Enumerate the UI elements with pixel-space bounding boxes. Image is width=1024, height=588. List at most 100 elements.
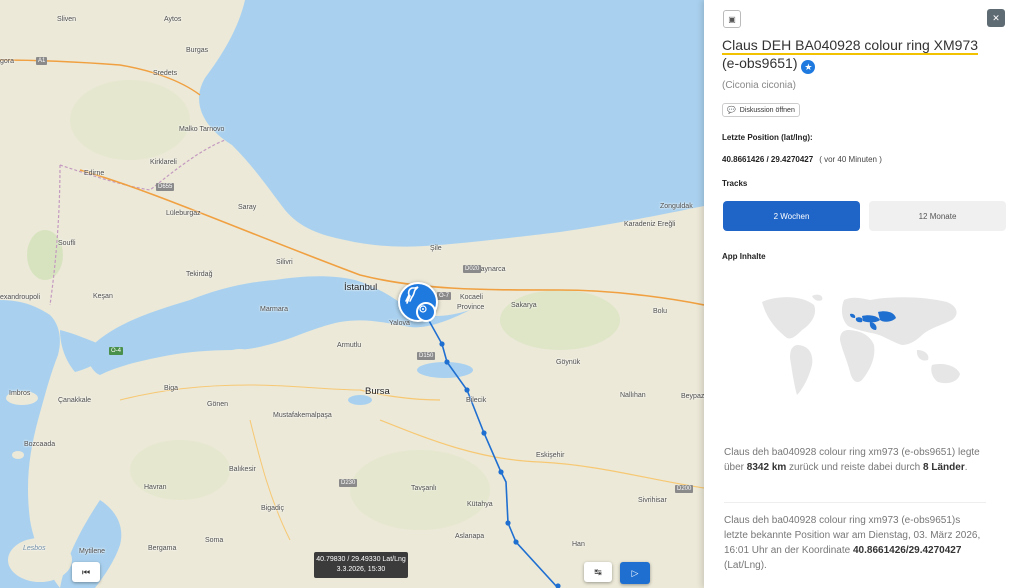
- tag-id: (e-obs9651): [722, 55, 798, 71]
- place-label: Armutlu: [337, 342, 362, 349]
- speed-button[interactable]: ↹: [584, 562, 612, 582]
- place-label: İstanbul: [344, 282, 378, 293]
- track-point: [498, 469, 504, 475]
- place-label: Bozcaada: [24, 441, 56, 448]
- place-label: Sliven: [57, 16, 77, 23]
- track-point: [481, 430, 487, 436]
- tooltip-time: 3.3.2026, 15:30: [336, 566, 386, 573]
- road-shield: D150: [417, 352, 436, 360]
- last-coordinate: 40.8661426/29.4270427: [852, 545, 962, 556]
- road-shield: D655: [156, 183, 175, 191]
- tab-12-months[interactable]: 12 Monate: [869, 201, 1006, 231]
- place-label: Bilecik: [466, 397, 487, 404]
- place-label: exandroupoli: [0, 294, 41, 301]
- place-label: gora: [0, 58, 15, 65]
- place-label: Soufli: [58, 240, 76, 247]
- place-label: Balıkesir: [229, 466, 256, 473]
- panel-toggle-icon[interactable]: ▣: [723, 10, 741, 28]
- road-shield: O-4: [109, 347, 124, 355]
- divider: [724, 502, 986, 503]
- place-label: Lüleburgaz: [166, 210, 201, 217]
- tracks-heading: Tracks: [722, 179, 748, 188]
- track-point: [444, 359, 450, 365]
- island-bozcaada: [12, 451, 24, 459]
- locate-icon[interactable]: [416, 302, 436, 322]
- place-label: Gönen: [207, 401, 229, 408]
- position-heading: Letzte Position (lat/lng):: [722, 133, 813, 142]
- place-label: Nallıhan: [620, 392, 646, 399]
- place-label: Soma: [205, 537, 224, 544]
- travel-summary: Claus deh ba040928 colour ring xm973 (e-…: [724, 447, 980, 473]
- road-shield: A1: [36, 57, 48, 65]
- place-label: Marmara: [260, 306, 289, 313]
- stork-icon: [405, 286, 419, 304]
- place-label: Saray: [238, 204, 257, 211]
- place-label: Zonguldak: [660, 203, 693, 210]
- place-label: Han: [572, 541, 585, 548]
- position-tooltip: 40.79830 / 29.49330 Lat/Lng 3.3.2026, 15…: [314, 552, 408, 578]
- place-label: Imbros: [9, 390, 31, 397]
- place-label: Malko Tarnovo: [179, 126, 225, 133]
- place-label: Burgas: [186, 47, 209, 54]
- place-label: Edirne: [84, 170, 105, 177]
- place-label: Biga: [164, 385, 179, 392]
- place-label: Province: [457, 304, 485, 311]
- animal-title: Claus DEH BA040928 colour ring XM973 (e-…: [722, 36, 992, 74]
- place-label: Kütahya: [467, 501, 493, 508]
- road-shield: D200: [675, 485, 694, 493]
- place-label: Çanakkale: [58, 397, 92, 404]
- position-value: 40.8661426 / 29.4270427: [722, 155, 814, 164]
- app-content-heading: App Inhalte: [722, 252, 766, 261]
- lake-iznik: [417, 362, 473, 378]
- discussion-label: Diskussion öffnen: [739, 106, 795, 114]
- place-label: Göynük: [556, 359, 581, 366]
- road-shield: D020: [463, 265, 482, 273]
- island-marmara: [226, 349, 254, 361]
- place-label: Keşan: [93, 293, 113, 300]
- chat-icon: 💬: [727, 107, 736, 114]
- place-label: Karadeniz Ereğli: [624, 221, 676, 228]
- play-button[interactable]: ▷: [620, 562, 650, 584]
- species-name: (Ciconia ciconia): [722, 80, 796, 91]
- position-row: 40.8661426 / 29.4270427 ( vor 40 Minuten …: [722, 155, 882, 164]
- world-map-graphic: [762, 294, 960, 395]
- tooltip-coords: 40.79830 / 29.49330 Lat/Lng: [316, 556, 406, 563]
- road-shield: D230: [339, 479, 358, 487]
- tab-2-weeks[interactable]: 2 Wochen: [723, 201, 860, 231]
- track-point: [505, 520, 511, 526]
- place-label: Sivrihisar: [638, 497, 667, 504]
- skip-start-icon: ⏮: [81, 566, 91, 577]
- track-point: [464, 387, 470, 393]
- place-label: Bergama: [148, 545, 177, 552]
- last-position-text: Claus deh ba040928 colour ring xm973 (e-…: [724, 515, 981, 571]
- road-shield: O-7: [437, 292, 452, 300]
- favorite-star-icon[interactable]: ★: [801, 60, 816, 74]
- place-label: Havran: [144, 484, 167, 491]
- place-label: Lesbos: [23, 545, 46, 552]
- track-point: [439, 341, 445, 347]
- place-label: Silivri: [276, 259, 293, 266]
- skip-to-start-button[interactable]: ⏮: [72, 562, 100, 582]
- close-button[interactable]: ✕: [987, 9, 1005, 27]
- discussion-button[interactable]: 💬 Diskussion öffnen: [722, 103, 800, 117]
- close-icon: ✕: [992, 12, 1000, 23]
- map[interactable]: Sliven Aytos Burgas Sredets Malko Tarnovo Kir…: [0, 0, 704, 588]
- track-point: [513, 539, 519, 545]
- place-label: Bigadiç: [261, 505, 284, 512]
- country-count: 8 Länder: [923, 462, 965, 473]
- animal-name: Claus DEH BA040928 colour ring XM973: [722, 37, 979, 55]
- position-age: ( vor 40 Minuten ): [819, 155, 882, 164]
- place-label: Şile: [430, 245, 442, 252]
- place-label: Bolu: [653, 308, 668, 315]
- place-label: Aytos: [164, 16, 182, 23]
- place-label: Mytilene: [79, 548, 106, 555]
- place-label: Tekirdağ: [186, 271, 213, 278]
- place-label: Beypazarı: [681, 393, 704, 400]
- speed-icon: ↹: [594, 566, 602, 577]
- place-label: Sredets: [153, 70, 178, 77]
- place-label: Sakarya: [511, 302, 537, 309]
- place-label: Kocaeli: [460, 294, 483, 301]
- distance-km: 8342 km: [746, 462, 787, 473]
- place-label: Eskişehir: [536, 452, 565, 459]
- place-label: Bursa: [365, 386, 390, 397]
